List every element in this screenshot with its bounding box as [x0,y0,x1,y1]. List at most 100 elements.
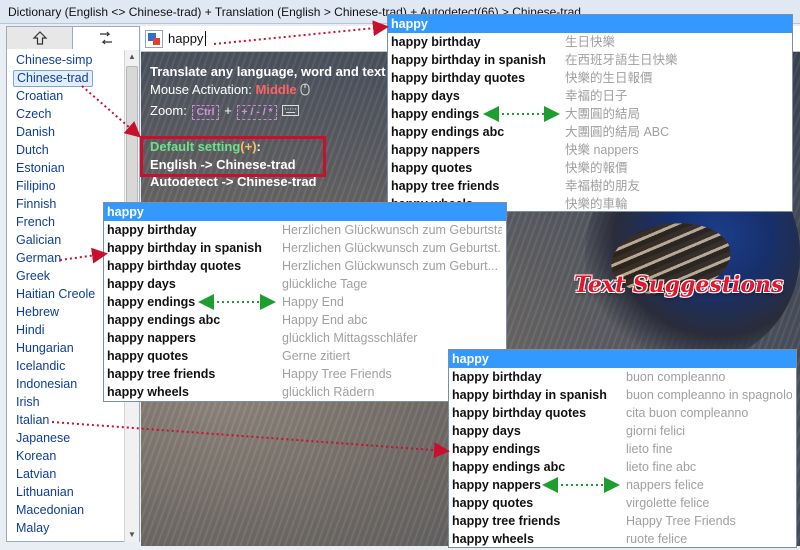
popup-header[interactable]: happy [104,203,506,221]
suggestion-row[interactable]: happy endings abc Happy End abc [104,311,506,329]
suggestion-row[interactable]: happy birthday Herzlichen Glückwunsch zum… [104,221,506,239]
suggestion-translation: buon compleanno [626,370,726,384]
language-item[interactable]: Danish [16,124,55,141]
suggestion-row[interactable]: happy endings abc lieto fine abc [449,458,796,476]
suggestion-translation: nappers felice [626,478,704,492]
language-item[interactable]: Hindi [16,322,45,339]
language-item[interactable]: Italian [16,412,49,429]
suggestion-row[interactable]: happy days glückliche Tage [104,275,506,293]
suggestion-row[interactable]: happy quotes 快樂的報價 [388,159,792,177]
language-item[interactable]: Haitian Creole [16,286,95,303]
suggestion-term: happy birthday [391,35,481,49]
language-item[interactable]: Hungarian [16,340,74,357]
suggestion-row[interactable]: happy wheels ruote felice [449,530,796,548]
suggestion-row[interactable]: happy birthday in spanish 在西班牙語生日快樂 [388,51,792,69]
suggestion-translation: 在西班牙語生日快樂 [565,53,678,67]
language-item[interactable]: French [16,214,55,231]
suggestion-row[interactable]: happy nappers glücklich Mittagsschläfer [104,329,506,347]
suggestion-term: happy days [107,277,176,291]
suggestion-row[interactable]: happy nappers nappers felice [449,476,796,494]
suggestion-term: happy quotes [107,349,189,363]
scroll-up-icon[interactable]: ▲ [125,50,139,64]
suggestion-translation: lieto fine [626,442,673,456]
suggestion-row[interactable]: happy endings abc 大團圓的結局 ABC [388,123,792,141]
suggestion-row[interactable]: happy days 幸福的日子 [388,87,792,105]
translator-app-icon[interactable] [145,30,163,48]
language-item[interactable]: Czech [16,106,51,123]
zoom-key: Ctrl [192,105,219,120]
language-item[interactable]: Japanese [16,430,70,447]
suggestion-translation: 生日快樂 [565,35,616,49]
suggestion-translation: glückliche Tage [282,277,368,291]
suggestion-row[interactable]: happy birthday quotes cita buon compleann… [449,404,796,422]
language-item[interactable]: Malay [16,520,49,537]
language-item[interactable]: Estonian [16,160,65,177]
hint-mouse: Mouse Activation: Middle [150,82,310,97]
suggestion-row[interactable]: happy birthday buon compleanno [449,368,796,386]
suggestion-row[interactable]: happy birthday quotes 快樂的生日報價 [388,69,792,87]
suggestion-row[interactable]: happy wheels glücklich Rädern [104,383,506,401]
suggestion-translation: 快樂的報價 [565,161,628,175]
suggestion-row[interactable]: happy birthday in spanish Herzlichen Glüc… [104,239,506,257]
popup-header[interactable]: happy [449,350,796,368]
language-item[interactable]: Galician [16,232,61,249]
suggestion-row[interactable]: happy birthday quotes Herzlichen Glückwun… [104,257,506,275]
language-item[interactable]: Indonesian [16,376,77,393]
language-item[interactable]: Chinese-simp [16,52,92,69]
tab-swap[interactable] [73,27,139,49]
language-item[interactable]: Lithuanian [16,484,74,501]
text-caret [205,31,206,46]
suggestion-term: happy tree friends [452,514,561,528]
suggestion-row[interactable]: happy endings lieto fine [449,440,796,458]
suggestion-popup-german: happy happy birthday Herzlichen Glückwunsc… [103,202,507,402]
suggestion-row[interactable]: happy birthday in spanish buon compleanno… [449,386,796,404]
suggestion-translation: Happy End [282,295,344,309]
suggestion-term: happy birthday quotes [391,71,526,85]
sidebar-tabbar [7,27,139,49]
language-item[interactable]: Icelandic [16,358,65,375]
suggestion-row[interactable]: happy endings Happy End [104,293,506,311]
language-item[interactable]: Filipino [16,178,56,195]
language-item[interactable]: Dutch [16,142,49,159]
suggestion-translation: cita buon compleanno [626,406,749,420]
suggestion-translation: Herzlichen Glückwunsch zum Geburtstag [282,223,502,237]
language-item[interactable]: Greek [16,268,50,285]
suggestion-row[interactable]: happy birthday 生日快樂 [388,33,792,51]
suggestion-term: happy days [391,89,460,103]
suggestion-term: happy endings abc [107,313,221,327]
language-item[interactable]: Chinese-trad [13,70,93,87]
language-item[interactable]: Irish [16,394,40,411]
popup-header[interactable]: happy [388,15,792,33]
tab-home[interactable] [7,27,73,49]
suggestion-translation: 大團圓的結局 [565,107,641,121]
suggestion-translation: 快樂的生日報價 [565,71,653,85]
suggestion-row[interactable]: happy nappers 快樂 nappers [388,141,792,159]
suggestion-term: happy nappers [391,143,480,157]
search-input[interactable]: happy [168,31,203,46]
suggestion-translation: ruote felice [626,532,688,546]
language-item[interactable]: Croatian [16,88,63,105]
suggestion-term: happy wheels [107,385,189,399]
suggestion-row[interactable]: happy quotes Gerne zitiert [104,347,506,365]
language-item[interactable]: Latvian [16,466,56,483]
suggestion-term: happy birthday in spanish [107,241,262,255]
suggestion-term: happy nappers [452,478,541,492]
suggestion-term: happy birthday quotes [452,406,587,420]
language-item[interactable]: Macedonian [16,502,84,519]
suggestion-term: happy quotes [391,161,473,175]
suggestion-row[interactable]: happy days giorni felici [449,422,796,440]
suggestion-term: happy birthday in spanish [452,388,607,402]
suggestion-translation: Happy End abc [282,313,368,327]
suggestion-row[interactable]: happy quotes virgolette felice [449,494,796,512]
suggestion-translation: 快樂 nappers [565,143,639,157]
suggestion-term: happy tree friends [391,179,500,193]
language-item[interactable]: Korean [16,448,56,465]
suggestion-row[interactable]: happy tree friends Happy Tree Friends [449,512,796,530]
suggestion-row[interactable]: happy tree friends 幸福樹的朋友 [388,177,792,195]
language-item[interactable]: Finnish [16,196,56,213]
suggestion-row[interactable]: happy endings 大團圓的結局 [388,105,792,123]
language-item[interactable]: German [16,250,61,267]
scroll-down-icon[interactable]: ▼ [125,528,139,542]
language-item[interactable]: Hebrew [16,304,59,321]
suggestion-row[interactable]: happy tree friends Happy Tree Friends [104,365,506,383]
